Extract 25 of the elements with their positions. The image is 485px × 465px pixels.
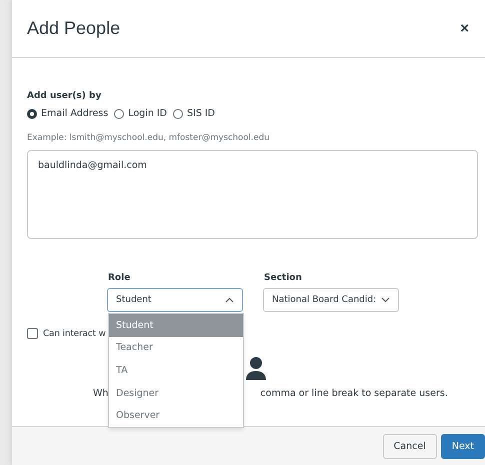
users-field[interactable]: bauldlinda@gmail.com: [27, 150, 478, 239]
menu-option[interactable]: Observer: [109, 404, 243, 427]
section-label: Section: [263, 273, 303, 283]
dialog-title: Add People: [27, 18, 120, 39]
hint-text: comma or line break to separate users.: [260, 388, 448, 399]
caret-icon: [381, 297, 390, 303]
role-label: Role: [107, 273, 132, 283]
radio-option[interactable]: Email Address: [27, 108, 108, 119]
radio-option[interactable]: Login ID: [114, 108, 167, 119]
menu-option[interactable]: TA: [109, 359, 243, 382]
field-label: Add user(s) by: [27, 91, 102, 101]
menu-option[interactable]: Teacher: [109, 336, 243, 360]
menu-option[interactable]: Designer: [109, 382, 243, 404]
radio-option[interactable]: SIS ID: [172, 108, 215, 119]
next-button[interactable]: Next: [440, 434, 485, 458]
cancel-button[interactable]: Cancel: [382, 434, 437, 458]
close-button[interactable]: ×: [458, 20, 471, 37]
section-select[interactable]: National Board Candid:: [263, 288, 399, 312]
role-select[interactable]: Student: [107, 288, 243, 312]
checkbox-label: Can interact w: [43, 328, 106, 338]
caret-icon: [225, 297, 234, 303]
example-text: Example: lsmith@myschool.edu, mfoster@myschool.edu: [27, 133, 271, 143]
person-icon: [245, 356, 267, 380]
checkbox[interactable]: [27, 328, 38, 339]
hint-text: Wh: [93, 388, 108, 399]
